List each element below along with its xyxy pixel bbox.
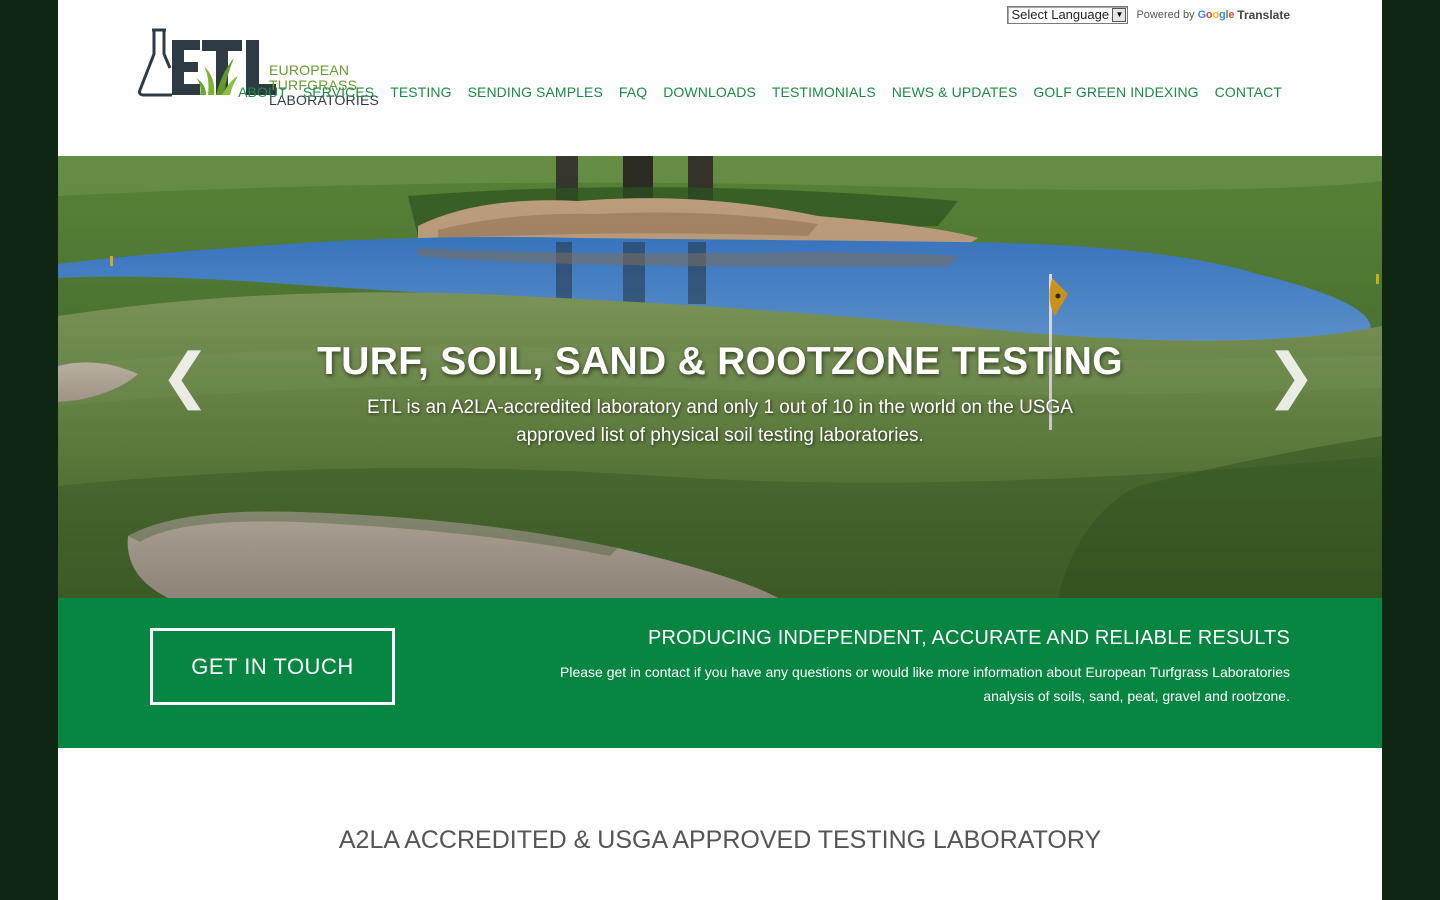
powered-by-label: Powered by [1136,9,1195,21]
band-description: Please get in contact if you have any qu… [560,664,1290,704]
nav-sending-samples[interactable]: SENDING SAMPLES [468,84,603,100]
nav-testing[interactable]: TESTING [390,84,451,100]
google-translate-widget: Select Language ▼ Powered by Google Tran… [1007,5,1290,25]
translate-label: Translate [1237,8,1290,22]
page: Select Language ▼ Powered by Google Tran… [58,0,1382,900]
powered-by-google[interactable]: Powered by Google Translate [1136,8,1290,22]
nav-contact[interactable]: CONTACT [1215,84,1282,100]
nav-news-updates[interactable]: NEWS & UPDATES [892,84,1018,100]
nav-golf-green-indexing[interactable]: GOLF GREEN INDEXING [1033,84,1198,100]
main-nav: ABOUT SERVICES TESTING SENDING SAMPLES F… [238,84,1282,100]
nav-services[interactable]: SERVICES [303,84,374,100]
language-select-value: Select Language [1011,7,1110,22]
section-title: A2LA ACCREDITED & USGA APPROVED TESTING … [338,826,1102,854]
nav-about[interactable]: ABOUT [238,84,287,100]
hero-title: TURF, SOIL, SAND & ROOTZONE TESTING [317,340,1123,383]
hero-slider: ❮ ❯ TURF, SOIL, SAND & ROOTZONE TESTING … [58,156,1382,598]
contact-band: GET IN TOUCH PRODUCING INDEPENDENT, ACCU… [58,598,1382,748]
logo-line-european: EUROPEAN [269,62,350,78]
chevron-down-icon: ▼ [1112,8,1127,22]
hero-subtitle: ETL is an A2LA-accredited laboratory and… [367,397,1073,446]
language-select[interactable]: Select Language ▼ [1007,6,1129,24]
google-wordmark: Google [1197,9,1235,21]
nav-downloads[interactable]: DOWNLOADS [663,84,756,100]
nav-faq[interactable]: FAQ [619,84,647,100]
get-in-touch-button[interactable]: GET IN TOUCH [150,628,395,705]
band-title: PRODUCING INDEPENDENT, ACCURATE AND RELI… [647,627,1290,649]
nav-testimonials[interactable]: TESTIMONIALS [772,84,876,100]
